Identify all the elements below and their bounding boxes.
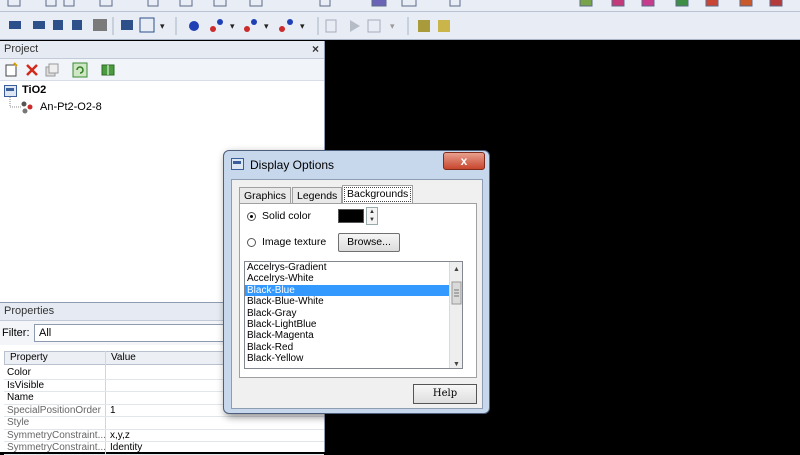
project-toolbar: [0, 59, 324, 81]
dialog-app-icon: [231, 158, 244, 170]
value-column-header[interactable]: Value: [111, 352, 136, 363]
project-close-button[interactable]: ×: [312, 42, 319, 56]
tree-child-label: An-Pt2-O2-8: [40, 101, 102, 113]
list-item[interactable]: Black-Yellow: [245, 353, 462, 364]
book-icon[interactable]: [100, 62, 116, 78]
table-row[interactable]: SymmetryConstraint... x,y,z: [4, 429, 324, 442]
property-value: x,y,z: [110, 429, 130, 441]
svg-text:▼: ▼: [453, 361, 460, 368]
refresh-icon[interactable]: [72, 62, 88, 78]
svg-text:▾: ▾: [230, 21, 235, 31]
folder-icon: [4, 85, 17, 97]
list-item-selected[interactable]: Black-Blue: [245, 284, 462, 297]
molecule-icon: [21, 101, 33, 114]
list-item[interactable]: Accelrys-White: [245, 273, 462, 284]
properties-title: Properties: [4, 305, 55, 317]
list-item[interactable]: Black-Red: [245, 342, 462, 353]
table-row[interactable]: Style: [4, 417, 324, 430]
svg-text:▾: ▾: [390, 21, 395, 31]
list-item[interactable]: Black-Blue-White: [245, 296, 462, 307]
backgrounds-list[interactable]: Accelrys-Gradient Accelrys-White Black-B…: [244, 261, 463, 369]
solid-color-radio[interactable]: [247, 212, 256, 221]
svg-text:▾: ▾: [160, 21, 165, 31]
backgrounds-panel: Solid color ▲ ▼ Image texture Browse... A…: [239, 203, 477, 378]
help-button[interactable]: Help: [413, 384, 477, 404]
color-swatch[interactable]: [338, 209, 364, 223]
property-name: Style: [7, 417, 30, 428]
property-value: Identity: [110, 442, 143, 453]
color-spinner[interactable]: ▲ ▼: [366, 207, 378, 225]
svg-text:▾: ▾: [300, 21, 305, 31]
display-toolbar: ▾ ▾ ▾ ▾ ▾: [0, 12, 800, 40]
svg-text:▲: ▲: [453, 266, 460, 273]
property-name: Color: [7, 367, 31, 378]
property-name: IsVisible: [7, 379, 45, 391]
list-scrollbar[interactable]: ▲ ▼: [449, 262, 462, 368]
property-name: Name: [7, 392, 34, 403]
image-texture-radio[interactable]: [247, 238, 256, 247]
tree-root-label: TiO2: [22, 84, 47, 96]
toolbar-icons-strip: [7, 0, 783, 7]
list-item[interactable]: Accelrys-Gradient: [245, 262, 462, 273]
property-name: SymmetryConstraint...: [7, 429, 106, 441]
property-name: SpecialPositionOrder: [7, 404, 101, 416]
property-value: 1: [110, 404, 116, 416]
dialog-close-button[interactable]: x: [443, 152, 485, 170]
new-document-icon[interactable]: [4, 62, 20, 78]
project-title: Project: [4, 43, 39, 55]
dialog-body: Graphics Legends Backgrounds Solid color…: [231, 179, 483, 409]
table-row[interactable]: SymmetryConstraint... Identity: [4, 442, 324, 455]
solid-color-label: Solid color: [262, 210, 312, 222]
filter-label: Filter:: [2, 327, 30, 339]
property-column-header[interactable]: Property: [10, 352, 48, 363]
list-item[interactable]: Black-LightBlue: [245, 319, 462, 330]
tab-backgrounds[interactable]: Backgrounds: [342, 185, 414, 204]
list-item[interactable]: Black-Magenta: [245, 330, 462, 341]
property-name: SymmetryConstraint...: [7, 442, 106, 453]
copy-icon[interactable]: [44, 62, 60, 78]
dialog-title: Display Options: [250, 158, 335, 172]
tab-graphics[interactable]: Graphics: [239, 187, 292, 204]
display-options-dialog: Display Options x Graphics Legends Backg…: [223, 150, 490, 414]
project-header: Project ×: [0, 41, 324, 59]
image-texture-label: Image texture: [262, 236, 327, 248]
display-toolbar-icons: ▾ ▾ ▾ ▾ ▾: [9, 17, 450, 35]
browse-button[interactable]: Browse...: [338, 233, 400, 252]
svg-text:▾: ▾: [264, 21, 269, 31]
delete-icon[interactable]: [24, 62, 40, 78]
list-item[interactable]: Black-Gray: [245, 308, 462, 319]
scrollbar-graphics: ▲ ▼: [451, 266, 462, 368]
top-toolbar-partial: [0, 0, 800, 12]
tab-legends[interactable]: Legends: [292, 187, 343, 204]
